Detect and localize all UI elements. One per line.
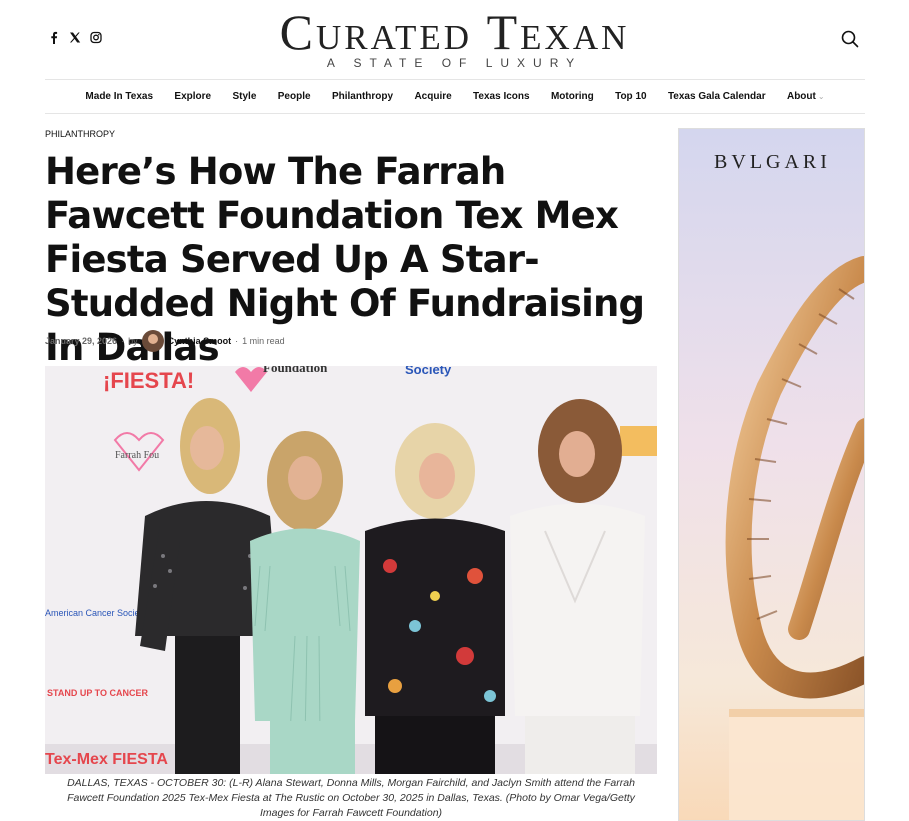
logo-title: Curated Texan xyxy=(279,4,630,60)
featured-photo: ¡FIESTA! Foundation Society Farrah Fou A… xyxy=(45,366,657,774)
meta-separator: · xyxy=(235,336,239,346)
nav-item-philanthropy[interactable]: Philanthropy xyxy=(321,91,404,102)
site-header: Curated Texan A STATE OF LUXURY xyxy=(0,0,909,80)
nav-item-explore[interactable]: Explore xyxy=(164,91,222,102)
nav-item-top-10[interactable]: Top 10 xyxy=(604,91,657,102)
meta-separator: · xyxy=(121,336,125,346)
backdrop-text: ¡FIESTA! xyxy=(103,368,194,393)
photo-caption: DALLAS, TEXAS - OCTOBER 30: (L-R) Alana … xyxy=(67,777,635,819)
sidebar-advertisement[interactable]: BVLGARI xyxy=(678,128,865,821)
author-name[interactable]: Cynthia Smoot xyxy=(168,336,232,346)
backdrop-text: Tex-Mex FIESTA xyxy=(45,751,168,768)
nav-item-texas-icons[interactable]: Texas Icons xyxy=(462,91,540,102)
backdrop-text: American Cancer Society xyxy=(45,608,147,618)
main-nav: Made In Texas Explore Style People Phila… xyxy=(45,79,865,114)
chevron-down-icon: ⌄ xyxy=(817,92,825,101)
nav-item-acquire[interactable]: Acquire xyxy=(404,91,463,102)
logo-tagline: A STATE OF LUXURY xyxy=(326,56,583,70)
read-time: 1 min read xyxy=(242,336,285,346)
ad-brand-logo: BVLGARI xyxy=(714,151,831,173)
nav-item-about[interactable]: About ⌄ xyxy=(776,91,835,102)
article-category[interactable]: PHILANTHROPY xyxy=(45,129,115,139)
backdrop-text: STAND UP TO CANCER xyxy=(47,688,149,698)
publish-date: January 29, 2026 xyxy=(45,336,118,346)
backdrop-text: Society xyxy=(405,366,452,377)
nav-item-motoring[interactable]: Motoring xyxy=(540,91,604,102)
article-meta: January 29, 2026 · by Cynthia Smoot · 1 … xyxy=(45,330,285,352)
nav-item-style[interactable]: Style xyxy=(222,91,267,102)
nav-item-texas-gala-calendar[interactable]: Texas Gala Calendar xyxy=(657,91,776,102)
search-icon[interactable] xyxy=(841,30,859,48)
site-logo[interactable]: Curated Texan A STATE OF LUXURY xyxy=(0,6,909,70)
backdrop-text: Foundation xyxy=(263,366,328,375)
nav-item-people[interactable]: People xyxy=(267,91,321,102)
backdrop-text: Farrah Fou xyxy=(115,450,159,461)
nav-item-about-label: About xyxy=(786,91,816,102)
author-avatar[interactable] xyxy=(141,330,164,352)
nav-item-made-in-texas[interactable]: Made In Texas xyxy=(75,91,164,102)
by-label: by xyxy=(128,336,138,346)
